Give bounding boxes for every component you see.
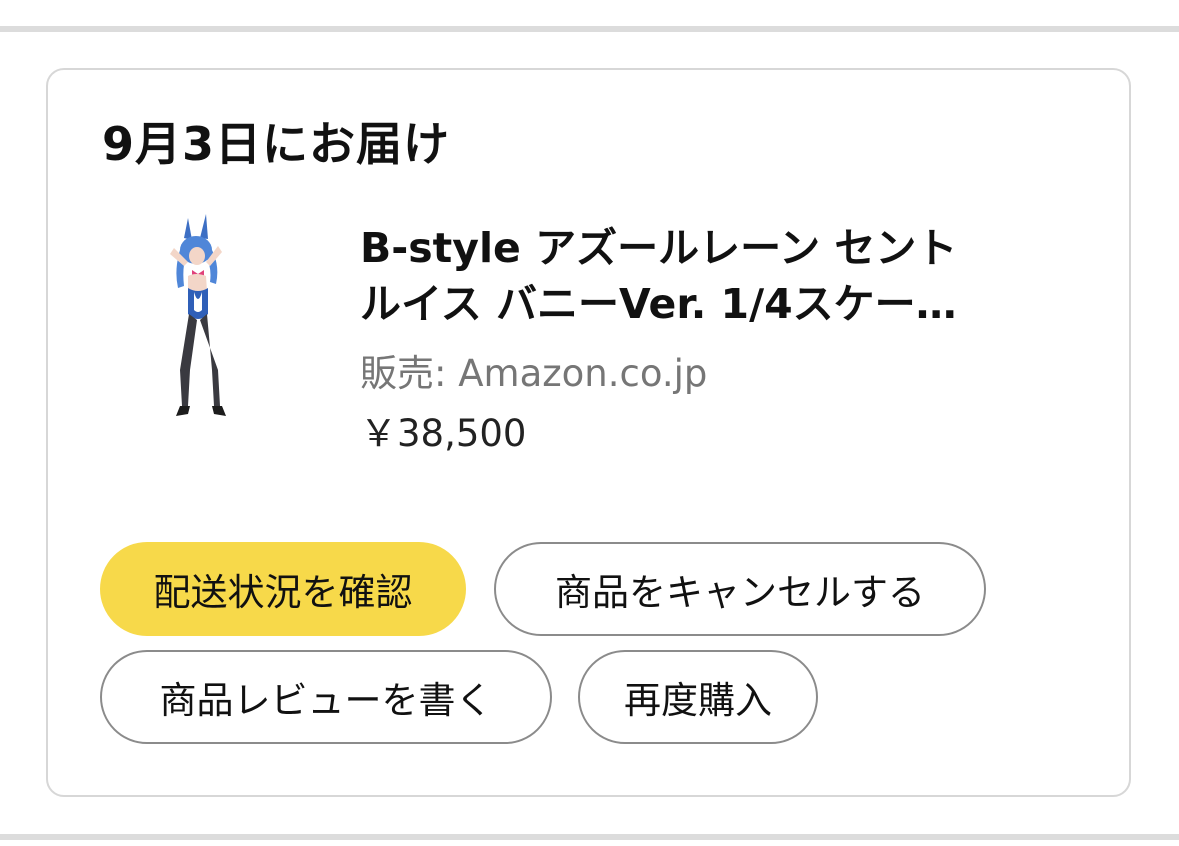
section-divider-top — [0, 26, 1179, 32]
product-title-line1: B-style アズールレーン セント — [360, 224, 958, 272]
seller-label: 販売: Amazon.co.jp — [360, 352, 708, 395]
product-title-line2: ルイス バニーVer. 1/4スケー… — [360, 280, 957, 328]
write-review-button[interactable]: 商品レビューを書く — [100, 650, 552, 744]
product-image[interactable] — [140, 210, 260, 430]
product-title[interactable]: B-style アズールレーン セント ルイス バニーVer. 1/4スケー… — [360, 220, 1060, 332]
order-card: 9月3日にお届け B-style アズールレーン セント ルイス バニーVer.… — [46, 68, 1131, 797]
delivery-date-title: 9月3日にお届け — [102, 117, 451, 171]
section-divider-bottom — [0, 834, 1179, 840]
track-shipment-button[interactable]: 配送状況を確認 — [100, 542, 466, 636]
cancel-item-button[interactable]: 商品をキャンセルする — [494, 542, 986, 636]
buy-again-button[interactable]: 再度購入 — [578, 650, 818, 744]
product-price: ￥38,500 — [360, 412, 527, 455]
